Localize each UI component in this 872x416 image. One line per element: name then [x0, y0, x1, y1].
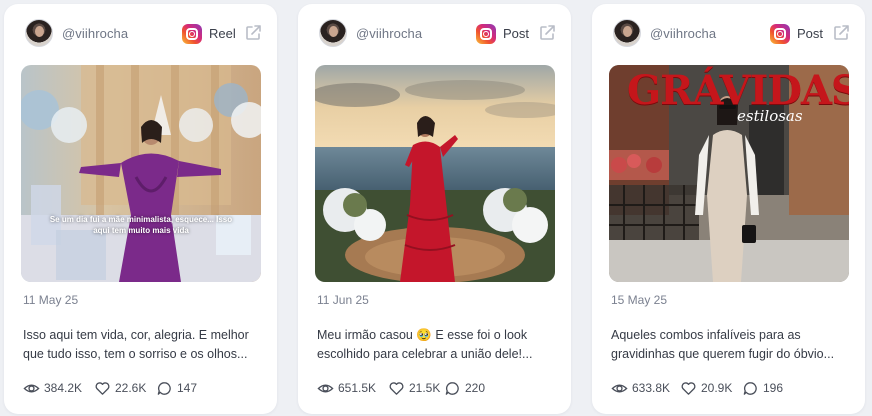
instagram-icon [770, 24, 790, 44]
likes-stat: 22.6K [94, 379, 146, 397]
instagram-icon [182, 24, 202, 44]
eye-icon [23, 384, 40, 392]
card-header: @viihrocha Reel [4, 19, 277, 49]
likes-count: 20.9K [701, 381, 733, 395]
post-thumbnail[interactable]: GRÁVIDAS estilosas [609, 65, 849, 282]
likes-stat: 20.9K [680, 379, 732, 397]
heart-icon [389, 381, 404, 395]
comments-count: 196 [763, 381, 784, 395]
post-caption: Isso aqui tem vida, cor, alegria. E melh… [23, 328, 249, 361]
video-overlay-text: Se um dia fui a mãe minimalista, esquece… [49, 215, 233, 235]
post-card[interactable]: @viihrocha Post [592, 4, 865, 414]
views-count: 384.2K [44, 381, 83, 395]
views-stat: 651.5K [317, 379, 376, 397]
post-type-label: Reel [209, 26, 236, 41]
post-caption: Aqueles combos infalíveis para as gravid… [611, 328, 835, 361]
avatar[interactable] [613, 19, 641, 47]
avatar[interactable] [25, 19, 53, 47]
comments-count: 220 [465, 381, 486, 395]
comments-stat: 220 [444, 379, 485, 397]
external-link-icon[interactable] [537, 23, 557, 43]
username[interactable]: @viihrocha [62, 26, 128, 41]
post-type-label: Post [503, 26, 530, 41]
external-link-icon[interactable] [831, 23, 851, 43]
eye-icon [611, 384, 628, 392]
comment-icon [743, 381, 757, 395]
post-type-label: Post [797, 26, 824, 41]
post-thumbnail[interactable]: Se um dia fui a mãe minimalista, esquece… [21, 65, 261, 282]
instagram-icon [476, 24, 496, 44]
post-card[interactable]: @viihrocha Reel Se um dia fui a mãe mini… [4, 4, 277, 414]
comments-stat: 147 [156, 379, 197, 397]
stats-row: 633.8K 20.9K 196 [611, 379, 855, 397]
card-header: @viihrocha Post [592, 19, 865, 49]
post-date: 11 Jun 25 [317, 293, 369, 307]
username[interactable]: @viihrocha [650, 26, 716, 41]
likes-count: 21.5K [409, 381, 441, 395]
post-caption: Meu irmão casou 🥹 E esse foi o look esco… [317, 328, 533, 361]
views-stat: 384.2K [23, 379, 82, 397]
views-count: 651.5K [338, 381, 377, 395]
views-count: 633.8K [632, 381, 671, 395]
likes-stat: 21.5K [388, 379, 440, 397]
post-date: 11 May 25 [23, 293, 79, 307]
heart-icon [681, 381, 696, 395]
heart-icon [95, 381, 110, 395]
comment-icon [445, 381, 459, 395]
post-thumbnail[interactable] [315, 65, 555, 282]
post-card[interactable]: @viihrocha Post [298, 4, 571, 414]
likes-count: 22.6K [115, 381, 147, 395]
comment-icon [157, 381, 171, 395]
external-link-icon[interactable] [243, 23, 263, 43]
avatar[interactable] [319, 19, 347, 47]
magazine-subtitle: estilosas [737, 107, 803, 125]
eye-icon [317, 384, 334, 392]
post-date: 15 May 25 [611, 293, 668, 307]
comments-stat: 196 [742, 379, 783, 397]
views-stat: 633.8K [611, 379, 670, 397]
username[interactable]: @viihrocha [356, 26, 422, 41]
card-header: @viihrocha Post [298, 19, 571, 49]
comments-count: 147 [177, 381, 198, 395]
stats-row: 651.5K 21.5K 220 [317, 379, 561, 397]
stats-row: 384.2K 22.6K 147 [23, 379, 267, 397]
